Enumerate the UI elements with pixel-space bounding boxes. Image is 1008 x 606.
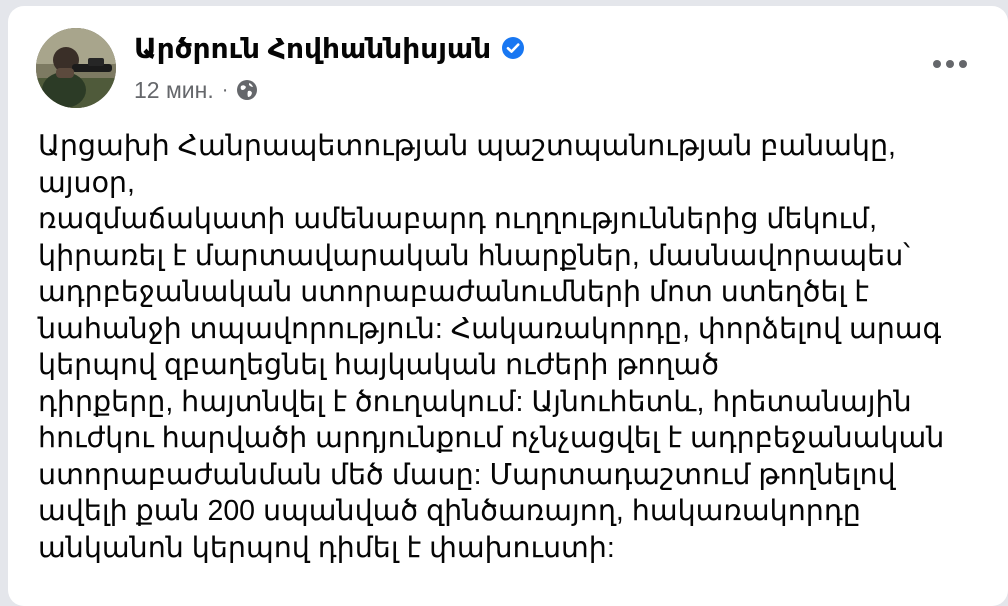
post-text-line: ադրբեջանական ստորաբաժանումների մոտ ստեղծ… (38, 276, 869, 308)
post-text-line: այսօր, (38, 166, 135, 199)
more-options-button[interactable] (928, 50, 972, 78)
author-row: Արծրուն Հովհաննիսյան (134, 28, 525, 68)
post-text-line: անկանոն կերպով դիմել է փախուստի: (38, 531, 615, 564)
profile-photo (36, 28, 116, 108)
post-text: Արցախի Հանրապետության պաշտպանության բանա… (38, 128, 988, 566)
author-name[interactable]: Արծրուն Հովհաննիսյան (134, 32, 491, 65)
post-text-line: հուժկու հարվածի արդյունքում ոչնչացվել է … (38, 422, 945, 454)
post-meta: 12 мин. · (134, 72, 258, 108)
avatar[interactable] (36, 28, 116, 108)
more-options-icon (933, 60, 967, 68)
post-text-line: կերպով զբաղեցնել հայկական ուժերի թողած (38, 349, 720, 381)
post-text-line: ավելի քան 200 սպանված զինծառայող, հակառա… (38, 495, 861, 527)
globe-icon[interactable] (236, 79, 258, 101)
post-text-line: նահանջի տպավորություն: Հակառակորդը, փորձ… (38, 312, 942, 345)
post-text-line: Արցախի Հանրապետության պաշտպանության բանա… (38, 130, 896, 162)
post-text-line: դիրքերը, հայտնվել է ծուղակում: Այնուհետև… (38, 385, 912, 418)
meta-separator: · (221, 78, 229, 101)
verified-badge-icon (501, 36, 525, 60)
post-text-line: կիրառել է մարտավարական հնարքներ, մասնավո… (38, 239, 911, 272)
post-text-line: ռազմաճակատի ամենաբարդ ուղղություններից մ… (38, 203, 877, 235)
post-card: Արծրուն Հովհաննիսյան 12 мин. · Արցախի Հա… (8, 6, 1008, 606)
post-timestamp[interactable]: 12 мин. (134, 77, 214, 104)
post-text-line: ստորաբաժանման մեծ մասը: Մարտադաշտում թող… (38, 458, 896, 491)
